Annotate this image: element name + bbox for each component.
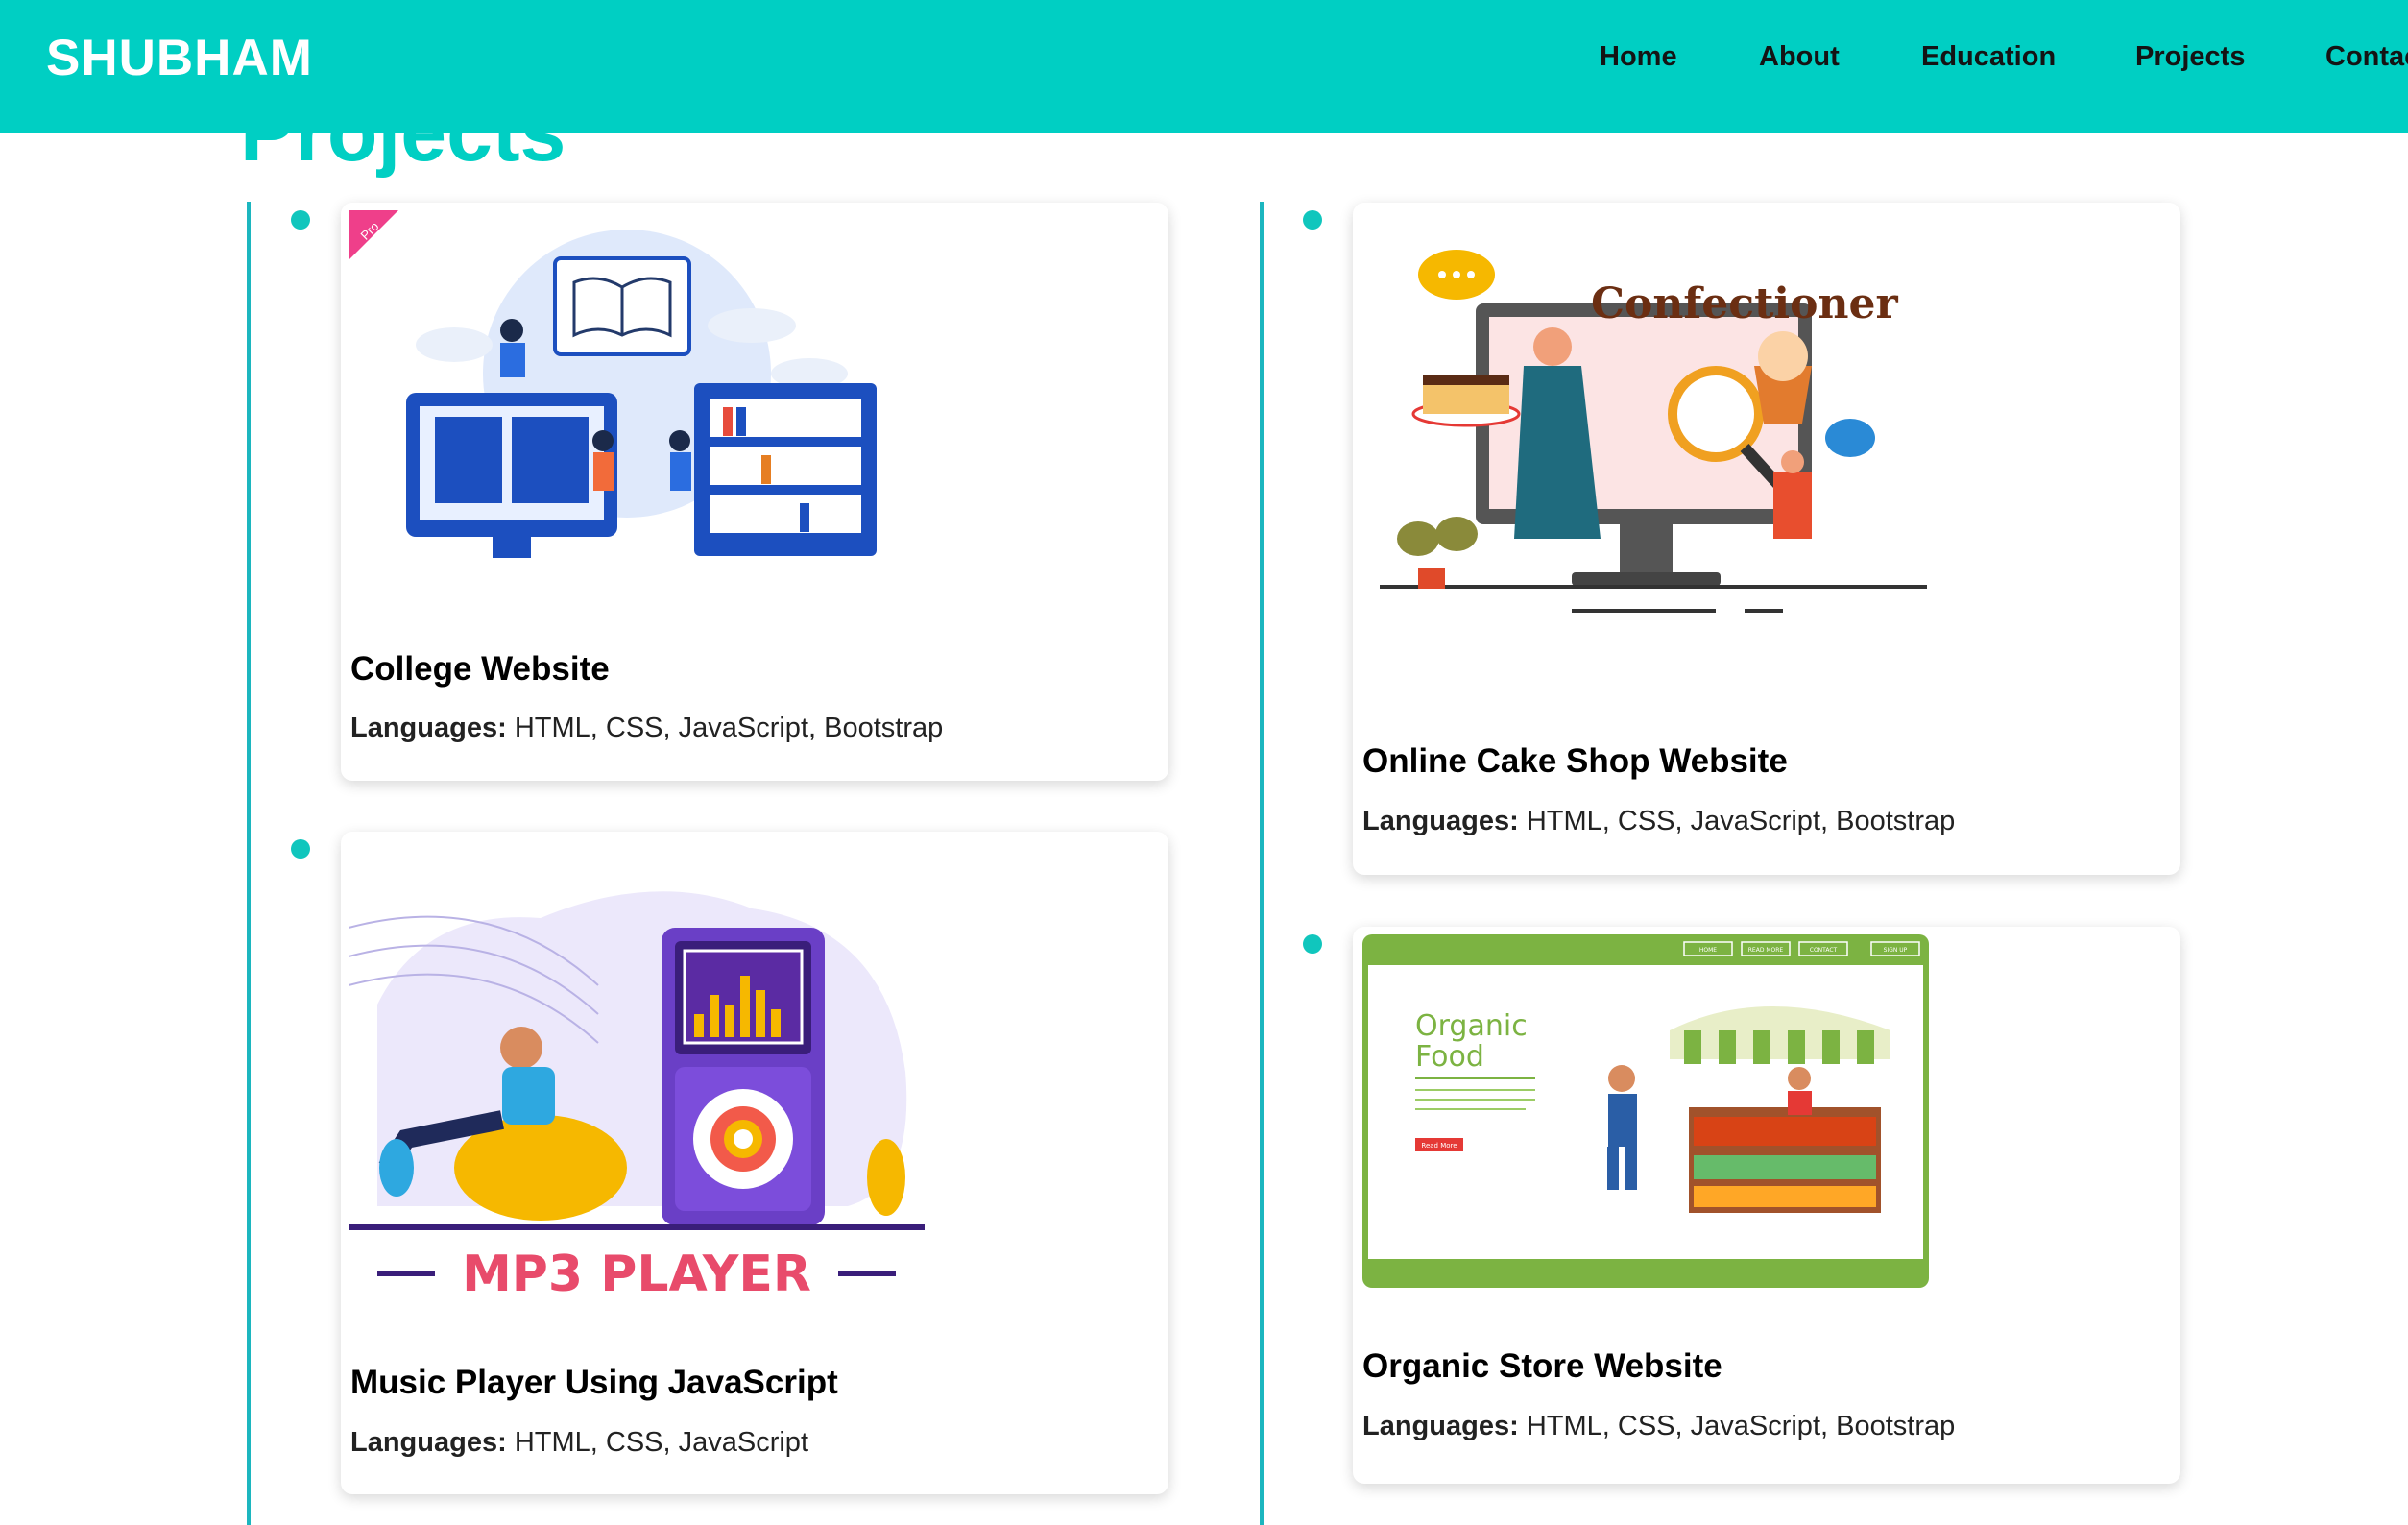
languages-value: HTML, CSS, JavaScript, Bootstrap: [1526, 1411, 1956, 1441]
languages-value: HTML, CSS, JavaScript: [514, 1427, 808, 1458]
project-card-college[interactable]: Pro College Website Languages: HTML, CSS…: [341, 203, 1168, 781]
nav-link-education[interactable]: Education: [1921, 41, 2056, 73]
project-title: College Website: [350, 650, 610, 688]
project-languages: Languages: HTML, CSS, JavaScript, Bootst…: [1362, 806, 1955, 837]
timeline-line-left: [247, 202, 251, 1525]
confectioner-illustration: Confectioner: [1380, 250, 1927, 613]
mock-nav-home: HOME: [1699, 947, 1717, 954]
project-languages: Languages: HTML, CSS, JavaScript: [350, 1427, 808, 1459]
languages-label: Languages:: [350, 1427, 507, 1458]
project-languages: Languages: HTML, CSS, JavaScript, Bootst…: [1362, 1411, 1955, 1442]
project-title: Music Player Using JavaScript: [350, 1364, 838, 1401]
mp3-player-text: MP3 PLAYER: [462, 1246, 811, 1303]
brand-logo[interactable]: SHUBHAM: [46, 29, 313, 87]
organic-market-illustration: HOME READ MORE CONTACT SIGN UP Organic Fo…: [1362, 934, 1929, 1288]
timeline-dot: [1303, 934, 1322, 954]
mp3-player-illustration: MP3 PLAYER: [349, 891, 925, 1303]
project-card-music-player[interactable]: MP3 PLAYER Music Player Using JavaScript…: [341, 832, 1168, 1494]
project-title: Online Cake Shop Website: [1362, 742, 1788, 780]
nav-link-home[interactable]: Home: [1600, 41, 1677, 73]
project-title: Organic Store Website: [1362, 1347, 1722, 1385]
languages-value: HTML, CSS, JavaScript, Bootstrap: [514, 713, 944, 743]
project-card-organic-store[interactable]: HOME READ MORE CONTACT SIGN UP Organic Fo…: [1353, 927, 2180, 1484]
confectioner-text: Confectioner: [1591, 279, 1898, 328]
college-illustration: Pro: [349, 210, 877, 558]
mock-nav-sign-up: SIGN UP: [1884, 947, 1908, 954]
project-card-cake-shop[interactable]: Confectioner Online Cake Shop Website La…: [1353, 203, 2180, 875]
timeline-dot: [291, 210, 310, 230]
languages-value: HTML, CSS, JavaScript, Bootstrap: [1526, 806, 1956, 836]
nav-link-contact[interactable]: Contac: [2325, 41, 2408, 73]
languages-label: Languages:: [350, 713, 507, 743]
timeline-dot: [1303, 210, 1322, 230]
nav-link-projects[interactable]: Projects: [2135, 41, 2245, 73]
timeline-dot: [291, 839, 310, 859]
mock-nav-read-more: READ MORE: [1748, 947, 1784, 954]
mock-nav-contact: CONTACT: [1810, 947, 1838, 954]
languages-label: Languages:: [1362, 806, 1519, 836]
navbar: SHUBHAM Home About Education Projects Co…: [0, 0, 2408, 133]
timeline-line-right: [1260, 202, 1264, 1525]
languages-label: Languages:: [1362, 1411, 1519, 1441]
project-languages: Languages: HTML, CSS, JavaScript, Bootst…: [350, 713, 943, 744]
read-more-button-text: Read More: [1421, 1142, 1457, 1150]
nav-link-about[interactable]: About: [1759, 41, 1840, 73]
